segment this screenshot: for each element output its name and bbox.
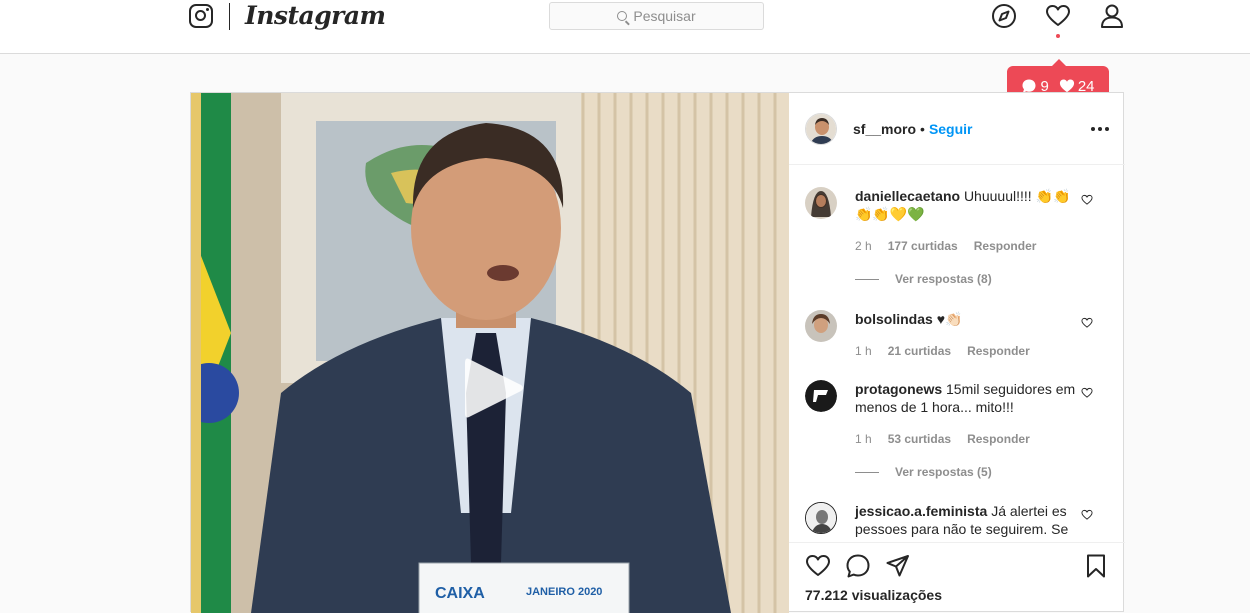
- author-avatar[interactable]: [805, 112, 837, 145]
- comment-text: daniellecaetano Uhuuuul!!!! 👏👏👏👏💛💚: [855, 187, 1085, 223]
- commenter-avatar[interactable]: [805, 187, 837, 219]
- save-bookmark-icon[interactable]: [1083, 553, 1109, 579]
- view-replies-button[interactable]: Ver respostas (8): [855, 272, 992, 286]
- replies-line: [855, 278, 879, 280]
- post-video[interactable]: CAIXA JANEIRO 2020: [191, 93, 789, 613]
- instagram-logo[interactable]: Instagram: [245, 1, 386, 30]
- comment-meta: 2 h 177 curtidas Responder: [855, 239, 1036, 253]
- comment-username[interactable]: jessicao.a.feminista: [855, 503, 987, 519]
- comment-meta: 1 h 53 curtidas Responder: [855, 432, 1030, 446]
- replies-line: [855, 471, 879, 473]
- commenter-avatar[interactable]: [805, 380, 837, 412]
- post-actions: 77.212 visualizações: [789, 542, 1125, 613]
- notification-dot: [1056, 34, 1060, 38]
- post-header: sf__moro • Seguir: [789, 93, 1125, 165]
- commenter-avatar[interactable]: [805, 310, 837, 342]
- top-nav-bar: Instagram Pesquisar: [0, 0, 1250, 54]
- comment-content: ♥👏🏻: [936, 311, 963, 327]
- play-icon[interactable]: [461, 355, 525, 421]
- video-frame: CAIXA JANEIRO 2020: [191, 93, 789, 613]
- comment-username[interactable]: daniellecaetano: [855, 188, 960, 204]
- view-count: 77.212 visualizações: [805, 587, 942, 603]
- comment-like-icon[interactable]: [1081, 317, 1093, 329]
- comment-likes[interactable]: 177 curtidas: [888, 239, 958, 253]
- follow-button[interactable]: Seguir: [929, 121, 973, 137]
- comment-username[interactable]: protagonews: [855, 381, 942, 397]
- calendar-month: JANEIRO 2020: [526, 586, 602, 598]
- like-heart-icon[interactable]: [805, 553, 831, 579]
- view-replies-label: Ver respostas (5): [895, 465, 992, 479]
- reply-button[interactable]: Responder: [967, 432, 1030, 446]
- comment-icon[interactable]: [845, 553, 871, 579]
- comment-time: 2 h: [855, 239, 872, 253]
- logo-divider: [229, 3, 230, 30]
- header-separator: •: [920, 120, 925, 137]
- profile-icon[interactable]: [1099, 3, 1125, 29]
- post-card: CAIXA JANEIRO 2020 sf__moro • Seguir dan…: [190, 92, 1125, 613]
- share-send-icon[interactable]: [885, 553, 911, 579]
- comment-item: jessicao.a.feminista Já alertei es pesso…: [805, 502, 1105, 542]
- more-options-icon[interactable]: [1091, 119, 1109, 139]
- reply-button[interactable]: Responder: [967, 344, 1030, 358]
- search-icon: [617, 11, 628, 21]
- comment-likes[interactable]: 21 curtidas: [888, 344, 951, 358]
- comment-meta: 1 h 21 curtidas Responder: [855, 344, 1030, 358]
- comment-text: jessicao.a.feminista Já alertei es pesso…: [855, 502, 1085, 538]
- activity-heart-icon[interactable]: [1045, 3, 1071, 29]
- explore-compass-icon[interactable]: [991, 3, 1017, 29]
- instagram-camera-icon[interactable]: [189, 4, 213, 28]
- comment-likes[interactable]: 53 curtidas: [888, 432, 951, 446]
- view-replies-label: Ver respostas (8): [895, 272, 992, 286]
- comment-like-icon[interactable]: [1081, 387, 1093, 399]
- commenter-avatar[interactable]: [805, 502, 837, 534]
- comment-text: protagonews 15mil seguidores em menos de…: [855, 380, 1085, 416]
- comment-username[interactable]: bolsolindas: [855, 311, 933, 327]
- view-replies-button[interactable]: Ver respostas (5): [855, 465, 992, 479]
- post-sidebar: sf__moro • Seguir daniellecaetano Uhuuuu…: [789, 93, 1125, 613]
- comment-text: bolsolindas ♥👏🏻: [855, 310, 1085, 328]
- search-input[interactable]: Pesquisar: [549, 2, 764, 30]
- comment-time: 1 h: [855, 432, 872, 446]
- author-username[interactable]: sf__moro: [853, 121, 916, 137]
- comment-like-icon[interactable]: [1081, 194, 1093, 206]
- comment-like-icon[interactable]: [1081, 509, 1093, 521]
- reply-button[interactable]: Responder: [974, 239, 1037, 253]
- comment-time: 1 h: [855, 344, 872, 358]
- search-placeholder: Pesquisar: [633, 8, 696, 24]
- calendar-brand: CAIXA: [435, 585, 485, 602]
